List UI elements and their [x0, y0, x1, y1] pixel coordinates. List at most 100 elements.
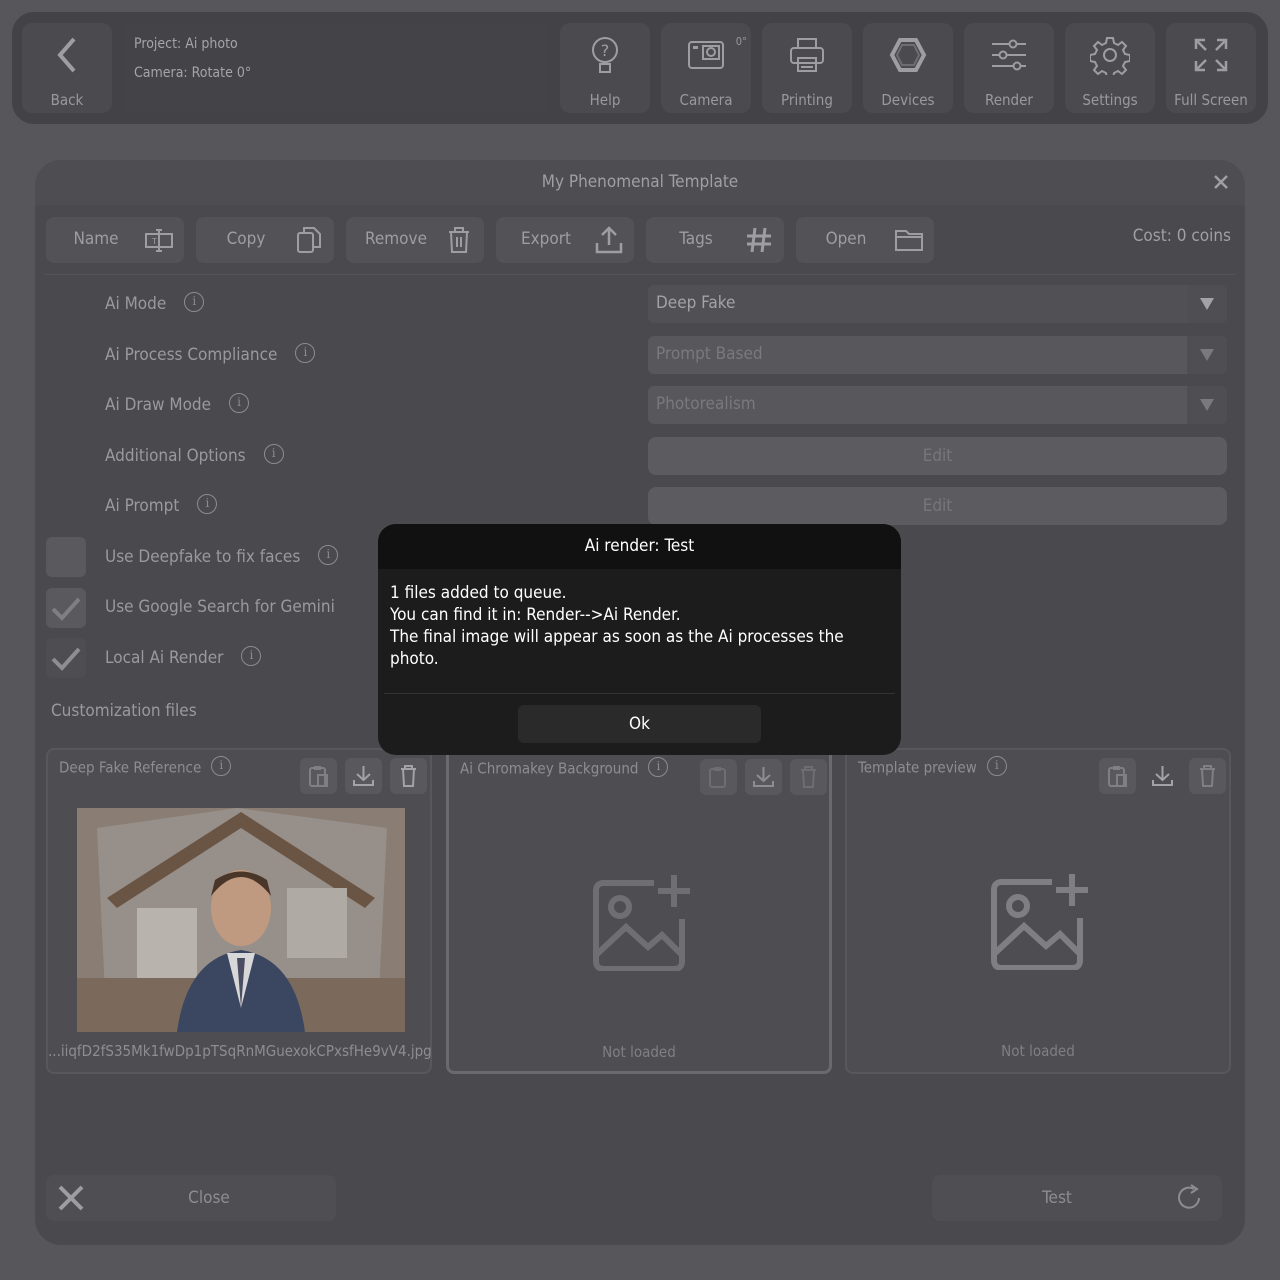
close-icon [1214, 175, 1228, 189]
delete-button[interactable] [390, 758, 427, 794]
delete-button[interactable] [790, 759, 827, 795]
ok-button[interactable]: Ok [518, 705, 761, 743]
sliders-icon [992, 39, 1026, 71]
copy-button-label: Copy [226, 229, 266, 249]
dialog-close-button[interactable] [1211, 172, 1231, 192]
export-button[interactable]: Export [496, 217, 634, 263]
reference-photo[interactable] [77, 808, 405, 1032]
google-search-gemini-checkbox[interactable] [46, 588, 86, 628]
project-info: Project: Ai photo Camera: Rotate 0° [134, 30, 251, 88]
help-icon: ? [592, 37, 618, 73]
ai-chromakey-background-title: Ai Chromakey Background [460, 759, 639, 778]
modal-message: 1 files added to queue. You can find it … [378, 569, 901, 683]
ai-mode-select[interactable]: Deep Fake [648, 285, 1227, 323]
info-icon[interactable]: i [986, 756, 1007, 776]
trash-icon [449, 227, 469, 253]
info-icon[interactable]: i [263, 444, 284, 464]
remove-button-label: Remove [365, 229, 427, 249]
trash-icon [1200, 765, 1215, 787]
deepfake-fix-faces-label: Use Deepfake to fix faces [105, 547, 301, 567]
camera-button[interactable]: 0° Camera [661, 23, 751, 113]
copy-icon [297, 227, 321, 253]
fullscreen-label: Full Screen [1174, 91, 1248, 109]
fullscreen-button[interactable]: Full Screen [1166, 23, 1256, 113]
ai-process-compliance-row: Ai Process Compliance i [105, 343, 316, 365]
dialog-title: My Phenomenal Template [541, 172, 739, 192]
chromakey-status: Not loaded [602, 1043, 676, 1061]
gear-icon [1090, 37, 1130, 75]
fullscreen-icon [1194, 38, 1228, 72]
download-button[interactable] [745, 759, 782, 795]
ai-draw-mode-select[interactable]: Photorealism [648, 386, 1227, 424]
render-button[interactable]: Render [964, 23, 1054, 113]
ai-chromakey-background-panel[interactable]: Ai Chromakey Background i Not loaded [446, 748, 832, 1074]
download-icon [353, 766, 374, 786]
panel-title: Deep Fake Reference i [59, 756, 232, 778]
download-icon [1152, 766, 1173, 786]
help-button[interactable]: ? Help [560, 23, 650, 113]
info-icon[interactable]: i [295, 343, 316, 363]
modal-line-1: 1 files added to queue. [390, 583, 567, 603]
printer-icon [790, 38, 824, 72]
open-button[interactable]: Open [796, 217, 934, 263]
hash-icon [747, 227, 771, 253]
reference-photo-image [77, 808, 405, 1032]
copy-button[interactable]: Copy [196, 217, 334, 263]
chevron-left-icon [57, 37, 76, 73]
devices-button[interactable]: Devices [863, 23, 953, 113]
ai-render-modal: Ai render: Test 1 files added to queue. … [378, 524, 901, 755]
download-button[interactable] [1144, 758, 1181, 794]
paste-button[interactable] [1099, 758, 1136, 794]
close-button[interactable]: Close [46, 1175, 336, 1221]
info-icon[interactable]: i [184, 292, 205, 312]
google-search-gemini-label: Use Google Search for Gemini [105, 597, 335, 617]
reference-filename: ...iiqfD2fS35Mk1fwDp1pTSqRnMGuexokCPxsfH… [48, 1042, 432, 1060]
ai-prompt-edit-button[interactable]: Edit [648, 487, 1227, 525]
local-ai-render-label: Local Ai Render [105, 648, 224, 668]
ai-draw-mode-row: Ai Draw Mode i [105, 393, 250, 415]
info-icon[interactable]: i [229, 393, 250, 413]
ai-prompt-label: Ai Prompt [105, 496, 180, 516]
ai-process-compliance-select[interactable]: Prompt Based [648, 336, 1227, 374]
project-name: Project: Ai photo [134, 36, 238, 52]
delete-button[interactable] [1189, 758, 1226, 794]
remove-button[interactable]: Remove [346, 217, 484, 263]
settings-button[interactable]: Settings [1065, 23, 1155, 113]
info-icon[interactable]: i [648, 757, 669, 777]
paste-button[interactable] [700, 759, 737, 795]
ai-mode-row: Ai Mode i [105, 292, 205, 314]
tags-button[interactable]: Tags [646, 217, 784, 263]
chevron-down-icon [1187, 336, 1227, 374]
refresh-icon [1178, 1184, 1200, 1209]
camera-rotation: Camera: Rotate 0° [134, 65, 252, 81]
clipboard-icon [1108, 766, 1127, 787]
download-button[interactable] [345, 758, 382, 794]
chevron-down-icon [1187, 386, 1227, 424]
info-icon[interactable]: i [211, 756, 232, 776]
printing-button[interactable]: Printing [762, 23, 852, 113]
upload-icon [595, 226, 623, 254]
info-icon[interactable]: i [197, 494, 218, 514]
export-button-label: Export [520, 229, 572, 249]
name-button[interactable]: Name T [46, 217, 184, 263]
additional-options-edit-button[interactable]: Edit [648, 437, 1227, 475]
top-bar: Back Project: Ai photo Camera: Rotate 0°… [12, 12, 1268, 124]
open-button-label: Open [825, 229, 867, 249]
add-image-icon [593, 875, 690, 971]
camera-rotation-badge: 0° [735, 35, 747, 48]
deep-fake-reference-title: Deep Fake Reference [59, 758, 202, 777]
ai-mode-label: Ai Mode [105, 294, 167, 314]
modal-line-3: The final image will appear as soon as t… [390, 627, 844, 669]
back-button[interactable]: Back [22, 23, 112, 113]
hexagon-icon [889, 38, 927, 72]
deepfake-fix-faces-checkbox[interactable] [46, 537, 86, 577]
local-ai-render-checkbox[interactable] [46, 638, 86, 678]
trash-icon [401, 765, 416, 787]
test-button[interactable]: Test [932, 1175, 1222, 1221]
template-preview-panel[interactable]: Template preview i Not loaded [845, 748, 1231, 1074]
info-icon[interactable]: i [318, 545, 339, 565]
panel-title: Template preview i [858, 756, 1007, 778]
clipboard-icon [309, 766, 328, 787]
info-icon[interactable]: i [241, 646, 262, 666]
paste-button[interactable] [300, 758, 337, 794]
